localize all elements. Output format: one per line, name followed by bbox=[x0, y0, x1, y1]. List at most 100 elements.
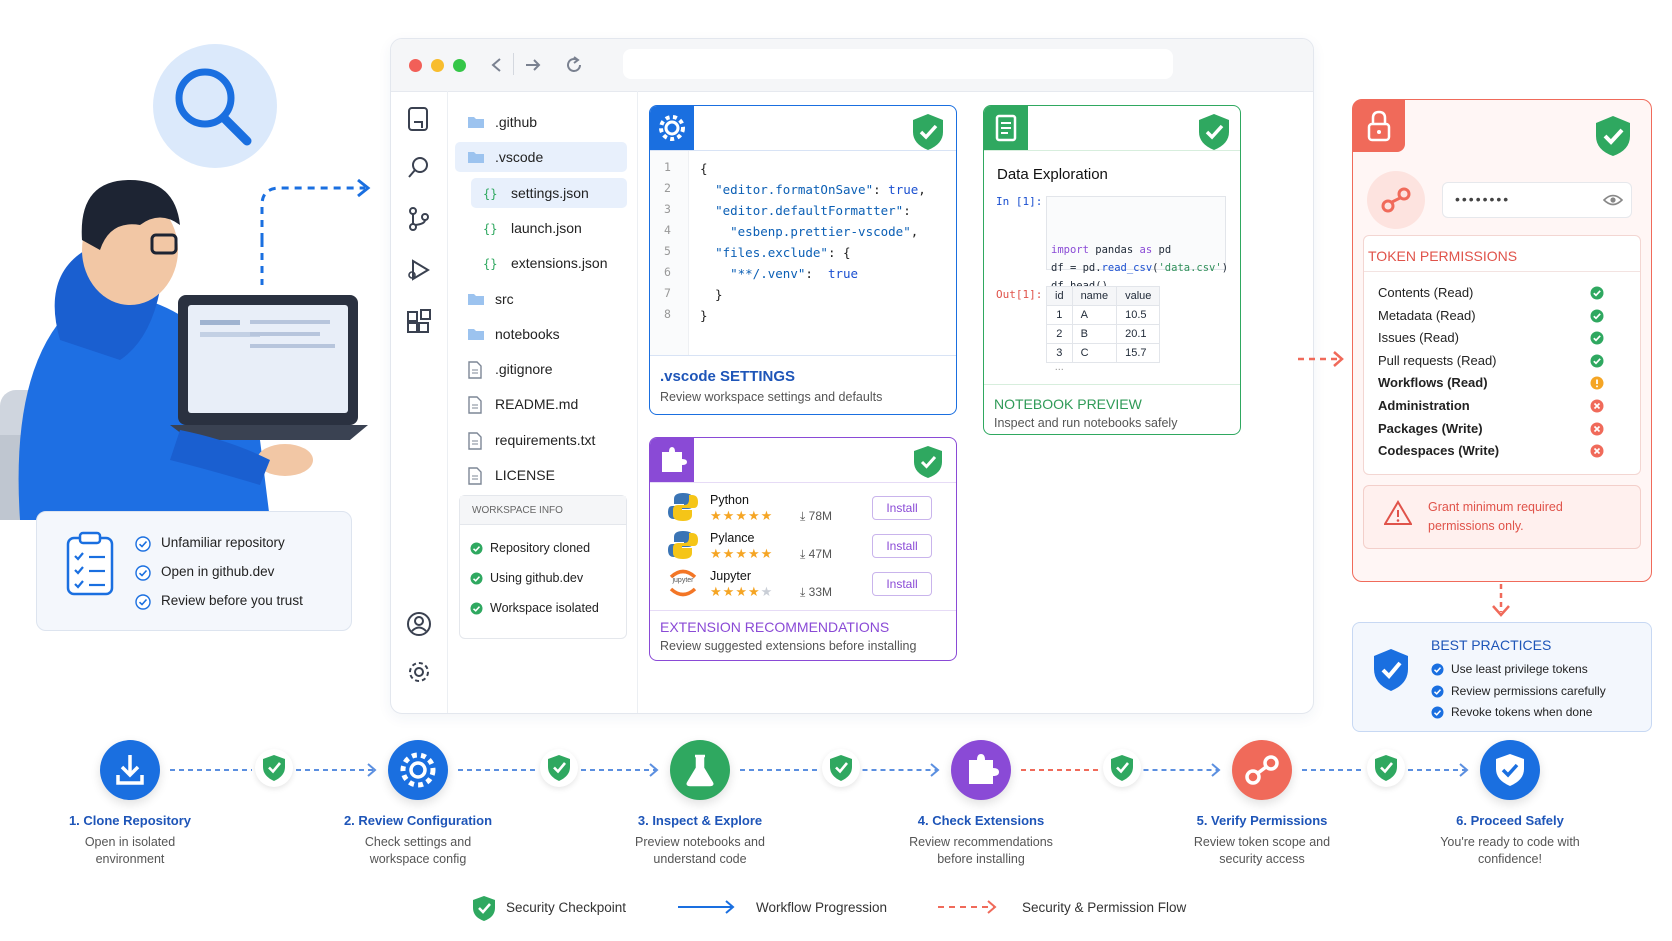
close-window-dot[interactable] bbox=[409, 59, 422, 72]
notebook-icon bbox=[984, 106, 1028, 150]
search-icon[interactable] bbox=[406, 155, 432, 181]
extensions-icon[interactable] bbox=[406, 309, 432, 335]
notebook-code-cell[interactable]: import pandas as pd df = pd.read_csv('dat… bbox=[1046, 196, 1228, 292]
security-shield-icon bbox=[1593, 114, 1633, 158]
step-description: Review recommendations before installing bbox=[909, 835, 1053, 866]
tree-item[interactable]: {} settings.json bbox=[471, 177, 627, 208]
step-description: Check settings and workspace config bbox=[364, 835, 472, 866]
maximize-window-dot[interactable] bbox=[453, 59, 466, 72]
run-debug-icon[interactable] bbox=[406, 257, 432, 283]
step-description: Preview notebooks and understand code bbox=[635, 835, 765, 866]
star-rating: ★★★★★ bbox=[710, 584, 773, 600]
permission-label: Pull requests (Read) bbox=[1378, 352, 1497, 368]
out-prompt: Out[1]: bbox=[996, 288, 1043, 301]
tree-item[interactable]: notebooks bbox=[455, 319, 627, 349]
token-mask: •••••••• bbox=[1455, 191, 1511, 207]
tree-item[interactable]: .gitignore bbox=[455, 354, 627, 384]
account-icon[interactable] bbox=[406, 611, 432, 637]
best-practices-panel: BEST PRACTICES Use least privilege token… bbox=[1352, 622, 1652, 732]
install-button[interactable]: Install bbox=[872, 534, 932, 558]
folder-icon bbox=[467, 114, 485, 130]
tree-item[interactable]: README.md bbox=[455, 389, 627, 419]
table-cell: 3 bbox=[1046, 343, 1073, 363]
star-rating: ★★★★★ bbox=[710, 546, 773, 562]
tree-item[interactable]: requirements.txt bbox=[455, 425, 627, 455]
in-prompt: In [1]: bbox=[996, 195, 1043, 208]
table-more: ... bbox=[1054, 361, 1064, 373]
settings-gear-icon[interactable] bbox=[406, 659, 432, 685]
workspace-info-item: Using github.dev bbox=[490, 571, 584, 585]
table-header-cell: name bbox=[1071, 286, 1118, 306]
checkpoint-shield-icon bbox=[1102, 749, 1141, 787]
notebook-heading: Data Exploration bbox=[997, 166, 1108, 183]
legend-progression: Workflow Progression bbox=[756, 900, 888, 915]
address-bar[interactable] bbox=[623, 49, 1173, 79]
check-circle-icon bbox=[1431, 706, 1444, 719]
line-number: 1 bbox=[664, 160, 671, 174]
permission-warning: Grant minimum required permissions only. bbox=[1363, 485, 1641, 549]
folder-icon bbox=[467, 326, 485, 342]
extensions-card-title: EXTENSION RECOMMENDATIONS bbox=[660, 619, 890, 635]
permission-label: Metadata (Read) bbox=[1378, 307, 1476, 323]
check-circle-icon bbox=[1431, 663, 1444, 676]
reload-icon[interactable] bbox=[563, 54, 585, 76]
back-arrow-icon[interactable] bbox=[487, 55, 507, 75]
legend-progression-arrow bbox=[676, 898, 738, 916]
token-password-field[interactable]: •••••••• bbox=[1442, 182, 1632, 218]
token-panel: •••••••• TOKEN PERMISSIONS Contents (Rea… bbox=[1352, 99, 1652, 582]
tree-item[interactable]: src bbox=[455, 284, 627, 314]
intro-item: Review before you trust bbox=[161, 593, 303, 608]
extensions-card: Python ★★★★★ ⤓ 78M Install Pylance ★★★★★ ⤓ 47M… bbox=[649, 437, 957, 661]
code-brace: { bbox=[700, 161, 708, 176]
star-icon: ★ bbox=[735, 508, 748, 523]
tree-item[interactable]: {} launch.json bbox=[471, 213, 627, 243]
check-circle-icon bbox=[1590, 331, 1604, 345]
tree-item[interactable]: .github bbox=[455, 107, 627, 137]
permission-label: Packages (Write) bbox=[1378, 420, 1483, 436]
legend-checkpoint: Security Checkpoint bbox=[506, 900, 627, 915]
developer-illustration bbox=[0, 40, 380, 520]
step-description: Open in isolated environment bbox=[84, 835, 176, 866]
check-circle-icon bbox=[135, 594, 151, 610]
download-arrow-icon: ⤓ bbox=[800, 547, 809, 561]
tree-item-label: launch.json bbox=[511, 219, 582, 236]
check-circle-icon bbox=[470, 542, 483, 555]
tree-item-label: LICENSE bbox=[495, 467, 555, 483]
table-cell: B bbox=[1071, 324, 1118, 344]
tree-item[interactable]: .vscode bbox=[455, 142, 627, 173]
forward-arrow-icon[interactable] bbox=[523, 55, 543, 75]
minimize-window-dot[interactable] bbox=[431, 59, 444, 72]
step-title: 2. Review Configuration bbox=[343, 813, 493, 828]
install-button[interactable]: Install bbox=[872, 572, 932, 596]
intro-item: Open in github.dev bbox=[161, 564, 275, 579]
download-count-value: 78M bbox=[808, 509, 832, 523]
checkpoint-shield-icon bbox=[255, 749, 293, 787]
checkpoint-shield-icon bbox=[540, 749, 578, 787]
checkpoint-shield-icon bbox=[1367, 749, 1405, 787]
line-number: 5 bbox=[664, 244, 671, 258]
explorer-files-icon[interactable] bbox=[406, 105, 432, 133]
install-button[interactable]: Install bbox=[872, 496, 932, 520]
lock-icon bbox=[1353, 100, 1405, 152]
intro-item: Unfamiliar repository bbox=[161, 535, 285, 550]
table-header-cell: value bbox=[1116, 286, 1161, 306]
tree-item[interactable]: {} extensions.json bbox=[471, 248, 627, 278]
line-number: 8 bbox=[664, 307, 671, 321]
step-description: You're ready to code with confidence! bbox=[1440, 835, 1580, 866]
download-count-value: 33M bbox=[808, 585, 832, 599]
extension-name: Python bbox=[710, 493, 749, 507]
star-icon: ★ bbox=[710, 546, 723, 561]
star-icon: ★ bbox=[735, 546, 748, 561]
tree-item[interactable]: LICENSE bbox=[455, 460, 627, 490]
source-control-icon[interactable] bbox=[406, 206, 432, 232]
tree-item-label: notebooks bbox=[495, 325, 560, 342]
folder-icon bbox=[467, 291, 485, 307]
jupyter-logo-text: jupyter bbox=[672, 577, 694, 584]
file-icon bbox=[467, 361, 483, 379]
star-icon: ★ bbox=[747, 546, 761, 561]
line-number: 6 bbox=[664, 265, 671, 279]
table-row: 1 A 10.5 bbox=[1046, 305, 1161, 325]
browser-toolbar bbox=[391, 39, 1313, 92]
eye-icon[interactable] bbox=[1603, 192, 1623, 208]
file-icon bbox=[467, 396, 483, 415]
